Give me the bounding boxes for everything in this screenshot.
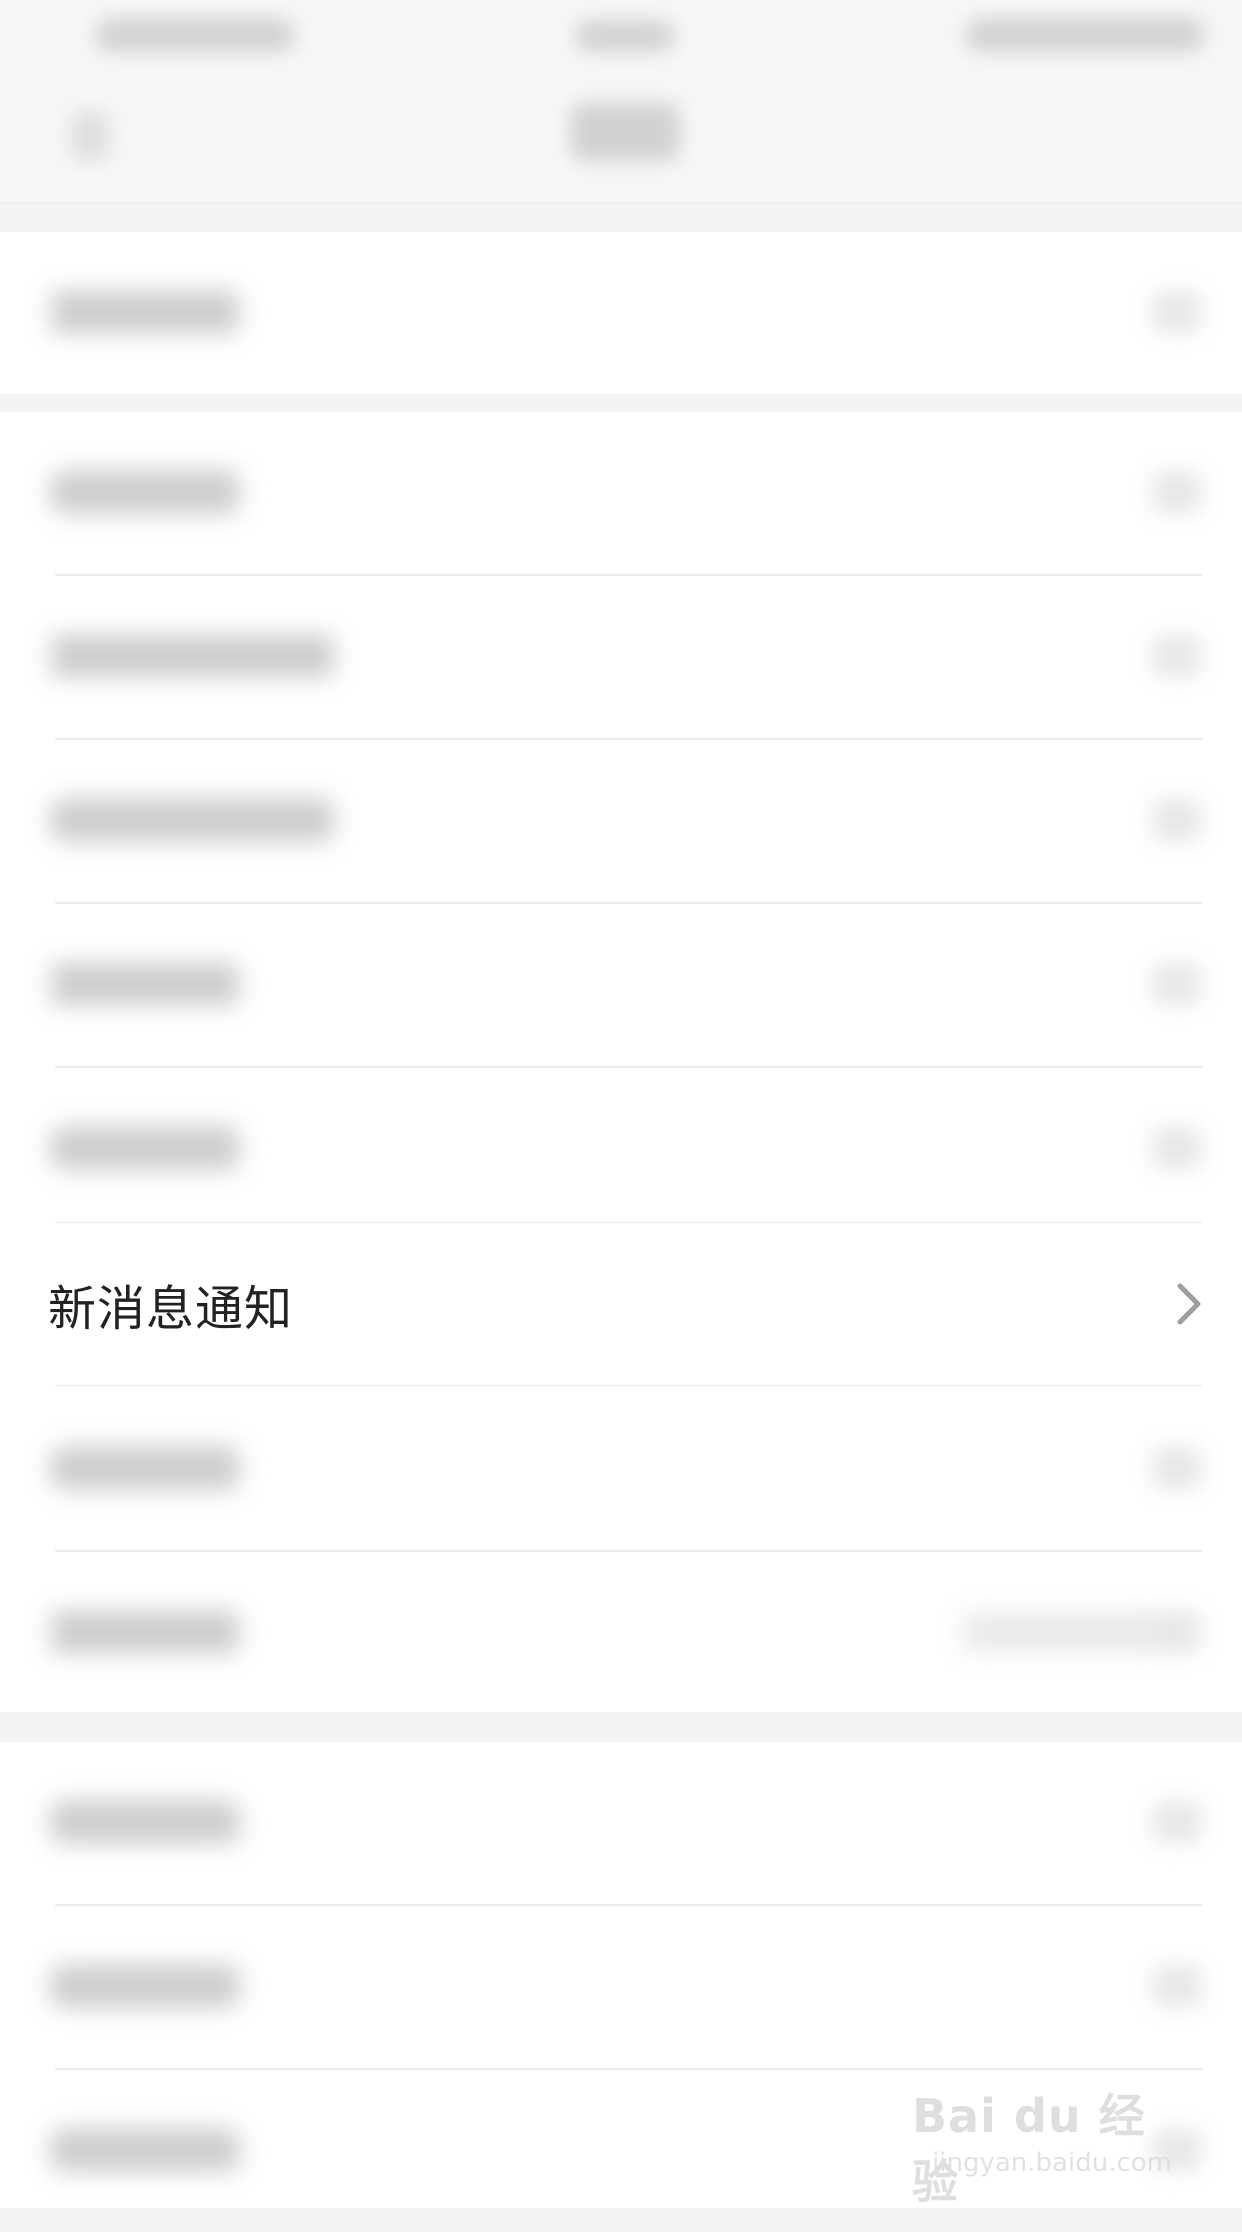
list-item-label-blurred bbox=[50, 798, 335, 842]
list-item-label-blurred bbox=[50, 2128, 240, 2172]
settings-group-1 bbox=[0, 232, 1242, 394]
list-item-blurred-3[interactable] bbox=[0, 576, 1242, 738]
chevron-right-icon bbox=[1152, 798, 1202, 842]
list-item-blurred-8[interactable] bbox=[0, 1552, 1242, 1714]
back-icon[interactable] bbox=[70, 110, 110, 162]
list-item-blurred-4[interactable] bbox=[0, 740, 1242, 902]
chevron-right-icon bbox=[1152, 1126, 1202, 1170]
list-item-label-blurred bbox=[50, 1610, 240, 1654]
list-item-label-blurred bbox=[50, 634, 335, 678]
list-item-new-message-notification[interactable]: 新消息通知 bbox=[0, 1223, 1242, 1385]
chevron-right-icon bbox=[1152, 1800, 1202, 1844]
list-item-blurred-1[interactable] bbox=[0, 232, 1242, 394]
baidu-jingyan-watermark: Bai du 经验 jingyan.baidu.com bbox=[912, 2060, 1182, 2209]
nav-bar bbox=[0, 72, 1242, 203]
chevron-right-icon bbox=[1152, 1446, 1202, 1490]
list-item-label-blurred bbox=[50, 1964, 240, 2008]
list-item-label-blurred bbox=[50, 962, 240, 1006]
watermark-url: jingyan.baidu.com bbox=[932, 2148, 1172, 2178]
list-item-label-blurred bbox=[50, 1446, 240, 1490]
list-item-blurred-5[interactable] bbox=[0, 904, 1242, 1066]
chevron-right-icon bbox=[1152, 634, 1202, 678]
list-item-label-blurred bbox=[50, 470, 240, 514]
chevron-right-icon bbox=[1152, 1964, 1202, 2008]
list-item-label: 新消息通知 bbox=[48, 1281, 294, 1337]
settings-screen: 新消息通知 Bai du 经验 jingyan.baidu.com bbox=[0, 0, 1242, 2209]
chevron-right-icon bbox=[1152, 470, 1202, 514]
list-item-blurred-9[interactable] bbox=[0, 1742, 1242, 1904]
list-item-label-blurred bbox=[50, 1800, 240, 1844]
list-item-label-blurred bbox=[50, 1126, 240, 1170]
list-item-label-blurred bbox=[50, 290, 240, 334]
status-time-blurred bbox=[575, 20, 675, 52]
status-carrier-blurred bbox=[95, 18, 295, 52]
list-item-blurred-10[interactable] bbox=[0, 1906, 1242, 2068]
status-bar bbox=[0, 0, 1242, 72]
list-item-blurred-7[interactable] bbox=[0, 1388, 1242, 1550]
status-battery-blurred bbox=[965, 18, 1205, 52]
chevron-right-icon bbox=[1152, 1610, 1202, 1654]
page-title-blurred bbox=[570, 102, 680, 162]
chevron-right-icon bbox=[1152, 290, 1202, 334]
chevron-right-icon bbox=[1152, 962, 1202, 1006]
chevron-right-icon bbox=[1177, 1283, 1201, 1325]
list-item-value-blurred bbox=[962, 1610, 1162, 1654]
list-item-blurred-6[interactable] bbox=[0, 1068, 1242, 1230]
settings-group-2 bbox=[0, 412, 1242, 1712]
list-item-blurred-2[interactable] bbox=[0, 412, 1242, 574]
watermark-brand: Bai du 经验 bbox=[912, 2089, 1146, 2209]
